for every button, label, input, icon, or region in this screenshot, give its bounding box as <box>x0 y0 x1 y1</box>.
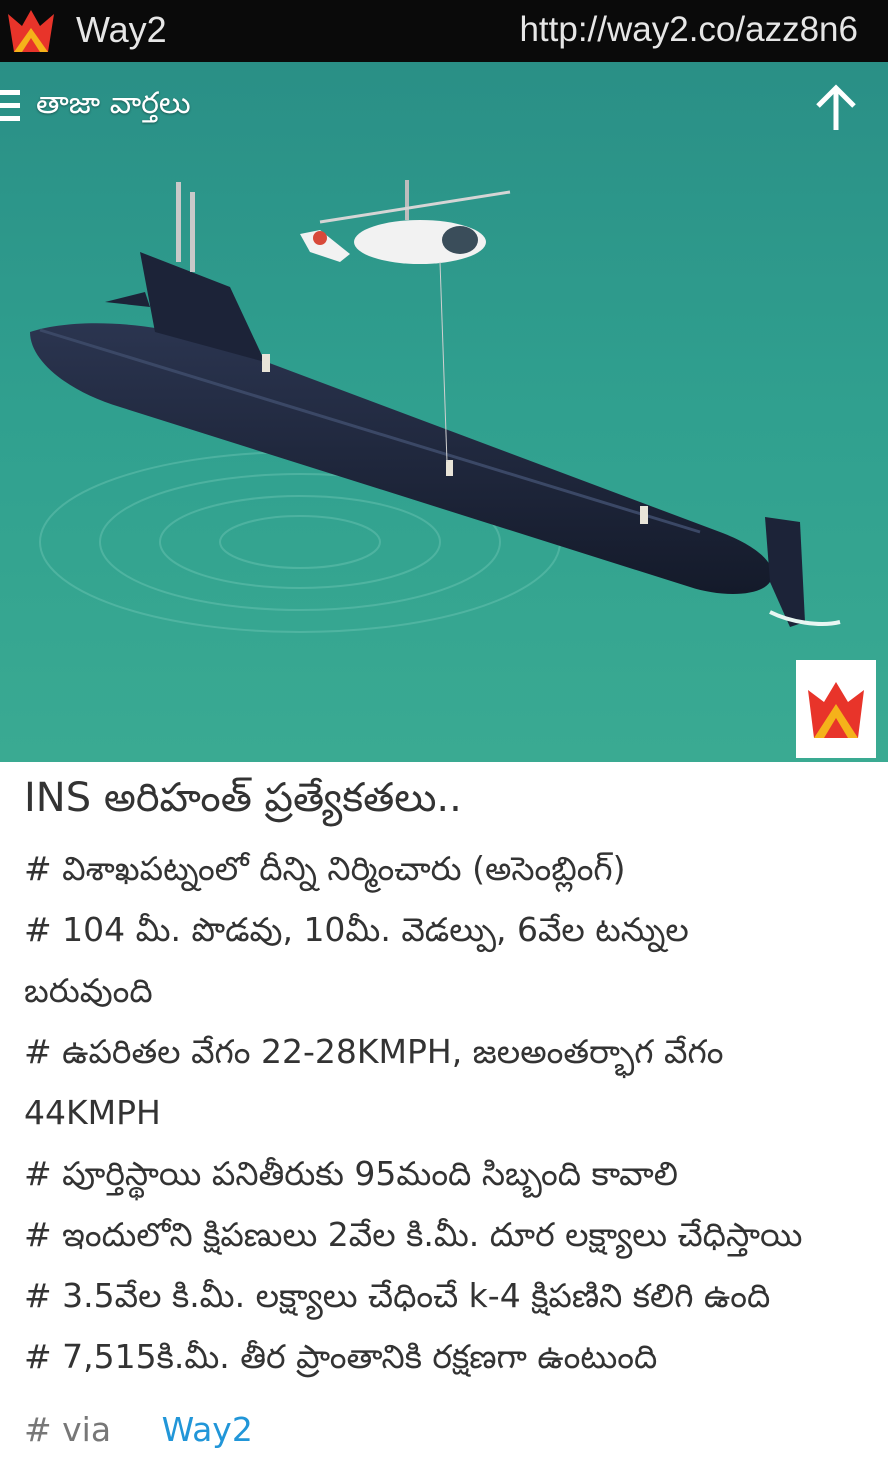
article-line: # 7,515కి.మీ. తీర ప్రాంతానికి రక్షణగా ఉం… <box>24 1337 658 1376</box>
up-arrow-icon[interactable] <box>812 80 860 136</box>
way2-badge <box>796 660 876 758</box>
article-headline: INS అరిహంత్ ప్రత్యేకతలు.. <box>24 775 462 821</box>
via-row: # via Way2 <box>24 1408 253 1452</box>
submarine-photo <box>0 62 888 762</box>
article-line: # పూర్తిస్థాయి పనితీరుకు 95మంది సిబ్బంది… <box>24 1154 678 1193</box>
menu-label[interactable]: తాజా వార్తలు <box>36 82 191 126</box>
article-body: # విశాఖపట్నంలో దీన్ని నిర్మించారు (అసెంబ… <box>24 838 874 1387</box>
hero-image: తాజా వార్తలు <box>0 62 888 762</box>
article-line: 44KMPH <box>24 1093 161 1132</box>
article-content: INS అరిహంత్ ప్రత్యేకతలు.. # విశాఖపట్నంలో… <box>0 762 888 1460</box>
article-line: # విశాఖపట్నంలో దీన్ని నిర్మించారు (అసెంబ… <box>24 849 626 888</box>
article-line: # ఉపరితల వేగం 22-28KMPH, జలఅంతర్భాగ వేగం <box>24 1032 724 1071</box>
article-line: # 104 మీ. పొడవు, 10మీ. వెడల్పు, 6వేల టన్… <box>24 910 689 949</box>
article-line: బరువుంది <box>24 971 153 1010</box>
article-line: # ఇందులోని క్షిపణులు 2వేల కి.మీ. దూర లక్… <box>24 1215 803 1254</box>
hamburger-menu-icon[interactable] <box>0 86 22 126</box>
short-url[interactable]: http://way2.co/azz8n6 <box>519 8 858 52</box>
via-label: # via <box>24 1410 112 1449</box>
way2-crown-badge-icon <box>808 682 864 738</box>
via-source-link[interactable]: Way2 <box>162 1410 253 1449</box>
top-bar: Way2 http://way2.co/azz8n6 <box>0 0 888 62</box>
app-name: Way2 <box>76 9 167 50</box>
article-line: # 3.5వేల కి.మీ. లక్ష్యాలు చేధించే k-4 క్… <box>24 1276 771 1315</box>
way2-logo-icon[interactable] <box>4 4 58 58</box>
